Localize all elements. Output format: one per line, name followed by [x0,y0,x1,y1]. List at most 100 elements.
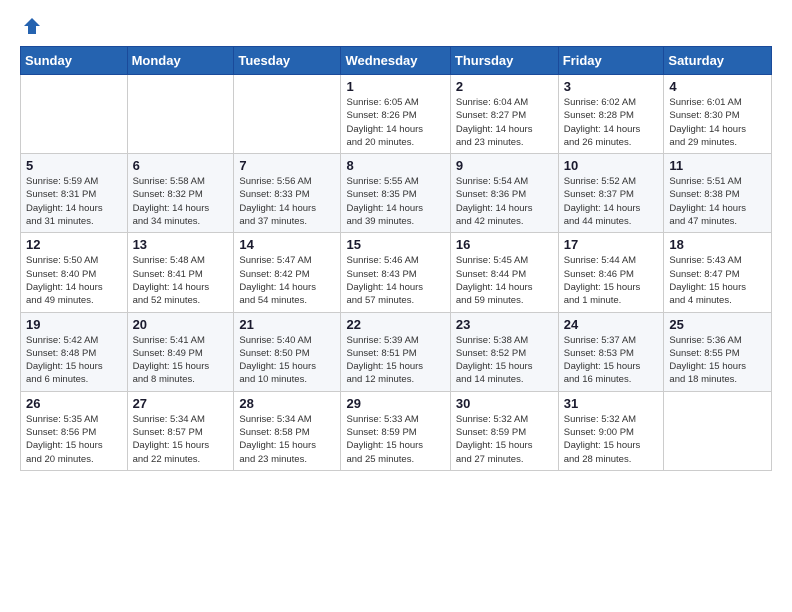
day-number: 4 [669,79,766,94]
day-number: 14 [239,237,335,252]
day-number: 31 [564,396,659,411]
day-cell: 25 Sunrise: 5:36 AM Sunset: 8:55 PM Dayli… [664,312,772,391]
day-info: Sunrise: 5:41 AM Sunset: 8:49 PM Dayligh… [133,334,229,387]
day-number: 24 [564,317,659,332]
header-thursday: Thursday [450,47,558,75]
day-number: 13 [133,237,229,252]
day-cell: 26 Sunrise: 5:35 AM Sunset: 8:56 PM Dayli… [21,391,128,470]
day-info: Sunrise: 5:34 AM Sunset: 8:58 PM Dayligh… [239,413,335,466]
day-cell: 9 Sunrise: 5:54 AM Sunset: 8:36 PM Daylig… [450,154,558,233]
day-info: Sunrise: 5:48 AM Sunset: 8:41 PM Dayligh… [133,254,229,307]
day-cell: 29 Sunrise: 5:33 AM Sunset: 8:59 PM Dayli… [341,391,450,470]
day-number: 7 [239,158,335,173]
day-number: 18 [669,237,766,252]
day-info: Sunrise: 5:37 AM Sunset: 8:53 PM Dayligh… [564,334,659,387]
day-cell: 20 Sunrise: 5:41 AM Sunset: 8:49 PM Dayli… [127,312,234,391]
day-info: Sunrise: 5:44 AM Sunset: 8:46 PM Dayligh… [564,254,659,307]
day-cell: 24 Sunrise: 5:37 AM Sunset: 8:53 PM Dayli… [558,312,664,391]
day-number: 10 [564,158,659,173]
week-row-4: 19Sunrise: 5:42 AM Sunset: 8:48 PM Dayli… [21,312,772,391]
day-number: 9 [456,158,553,173]
header-monday: Monday [127,47,234,75]
week-row-5: 26 Sunrise: 5:35 AM Sunset: 8:56 PM Dayli… [21,391,772,470]
day-info: Sunrise: 5:39 AM Sunset: 8:51 PM Dayligh… [346,334,444,387]
day-cell: 22 Sunrise: 5:39 AM Sunset: 8:51 PM Dayli… [341,312,450,391]
page: SundayMondayTuesdayWednesdayThursdayFrid… [0,0,792,612]
day-info: Sunrise: 6:01 AM Sunset: 8:30 PM Dayligh… [669,96,766,149]
day-info: Sunrise: 5:50 AM Sunset: 8:40 PM Dayligh… [26,254,122,307]
day-number: 8 [346,158,444,173]
day-cell [127,75,234,154]
day-number: 5 [26,158,122,173]
day-cell: 21 Sunrise: 5:40 AM Sunset: 8:50 PM Dayli… [234,312,341,391]
day-info: Sunrise: 5:32 AM Sunset: 9:00 PM Dayligh… [564,413,659,466]
day-cell: 16 Sunrise: 5:45 AM Sunset: 8:44 PM Dayli… [450,233,558,312]
day-number: 27 [133,396,229,411]
day-number: 12 [26,237,122,252]
day-number: 11 [669,158,766,173]
day-cell: 17 Sunrise: 5:44 AM Sunset: 8:46 PM Dayli… [558,233,664,312]
header [20,16,772,36]
day-cell: 18Sunrise: 5:43 AM Sunset: 8:47 PM Dayli… [664,233,772,312]
calendar-header-row: SundayMondayTuesdayWednesdayThursdayFrid… [21,47,772,75]
day-cell: 3 Sunrise: 6:02 AM Sunset: 8:28 PM Daylig… [558,75,664,154]
day-info: Sunrise: 5:35 AM Sunset: 8:56 PM Dayligh… [26,413,122,466]
day-info: Sunrise: 5:34 AM Sunset: 8:57 PM Dayligh… [133,413,229,466]
day-number: 3 [564,79,659,94]
day-number: 23 [456,317,553,332]
day-number: 29 [346,396,444,411]
day-number: 30 [456,396,553,411]
day-number: 16 [456,237,553,252]
day-number: 22 [346,317,444,332]
day-number: 15 [346,237,444,252]
day-info: Sunrise: 5:40 AM Sunset: 8:50 PM Dayligh… [239,334,335,387]
day-cell [664,391,772,470]
day-info: Sunrise: 5:52 AM Sunset: 8:37 PM Dayligh… [564,175,659,228]
day-cell: 14 Sunrise: 5:47 AM Sunset: 8:42 PM Dayli… [234,233,341,312]
day-info: Sunrise: 5:33 AM Sunset: 8:59 PM Dayligh… [346,413,444,466]
day-cell: 19Sunrise: 5:42 AM Sunset: 8:48 PM Dayli… [21,312,128,391]
day-number: 25 [669,317,766,332]
logo [20,16,42,36]
header-sunday: Sunday [21,47,128,75]
day-cell: 1 Sunrise: 6:05 AM Sunset: 8:26 PM Daylig… [341,75,450,154]
day-cell: 2Sunrise: 6:04 AM Sunset: 8:27 PM Daylig… [450,75,558,154]
day-number: 20 [133,317,229,332]
header-tuesday: Tuesday [234,47,341,75]
day-number: 28 [239,396,335,411]
day-info: Sunrise: 5:59 AM Sunset: 8:31 PM Dayligh… [26,175,122,228]
week-row-2: 5 Sunrise: 5:59 AM Sunset: 8:31 PM Daylig… [21,154,772,233]
day-number: 6 [133,158,229,173]
day-number: 17 [564,237,659,252]
day-cell: 31 Sunrise: 5:32 AM Sunset: 9:00 PM Dayli… [558,391,664,470]
day-cell: 15 Sunrise: 5:46 AM Sunset: 8:43 PM Dayli… [341,233,450,312]
day-cell: 6Sunrise: 5:58 AM Sunset: 8:32 PM Daylig… [127,154,234,233]
day-info: Sunrise: 6:05 AM Sunset: 8:26 PM Dayligh… [346,96,444,149]
day-info: Sunrise: 6:04 AM Sunset: 8:27 PM Dayligh… [456,96,553,149]
day-info: Sunrise: 5:45 AM Sunset: 8:44 PM Dayligh… [456,254,553,307]
day-info: Sunrise: 5:38 AM Sunset: 8:52 PM Dayligh… [456,334,553,387]
day-info: Sunrise: 5:56 AM Sunset: 8:33 PM Dayligh… [239,175,335,228]
day-info: Sunrise: 5:36 AM Sunset: 8:55 PM Dayligh… [669,334,766,387]
week-row-3: 12 Sunrise: 5:50 AM Sunset: 8:40 PM Dayli… [21,233,772,312]
day-cell: 28 Sunrise: 5:34 AM Sunset: 8:58 PM Dayli… [234,391,341,470]
week-row-1: 1 Sunrise: 6:05 AM Sunset: 8:26 PM Daylig… [21,75,772,154]
day-cell: 13 Sunrise: 5:48 AM Sunset: 8:41 PM Dayli… [127,233,234,312]
calendar: SundayMondayTuesdayWednesdayThursdayFrid… [20,46,772,471]
day-info: Sunrise: 5:54 AM Sunset: 8:36 PM Dayligh… [456,175,553,228]
day-cell: 11 Sunrise: 5:51 AM Sunset: 8:38 PM Dayli… [664,154,772,233]
logo-icon [22,16,42,36]
day-number: 26 [26,396,122,411]
day-info: Sunrise: 5:47 AM Sunset: 8:42 PM Dayligh… [239,254,335,307]
day-number: 21 [239,317,335,332]
day-cell [21,75,128,154]
header-saturday: Saturday [664,47,772,75]
day-number: 19 [26,317,122,332]
day-info: Sunrise: 6:02 AM Sunset: 8:28 PM Dayligh… [564,96,659,149]
day-cell: 27 Sunrise: 5:34 AM Sunset: 8:57 PM Dayli… [127,391,234,470]
day-info: Sunrise: 5:51 AM Sunset: 8:38 PM Dayligh… [669,175,766,228]
day-cell: 30Sunrise: 5:32 AM Sunset: 8:59 PM Dayli… [450,391,558,470]
day-number: 1 [346,79,444,94]
day-info: Sunrise: 5:46 AM Sunset: 8:43 PM Dayligh… [346,254,444,307]
day-cell [234,75,341,154]
